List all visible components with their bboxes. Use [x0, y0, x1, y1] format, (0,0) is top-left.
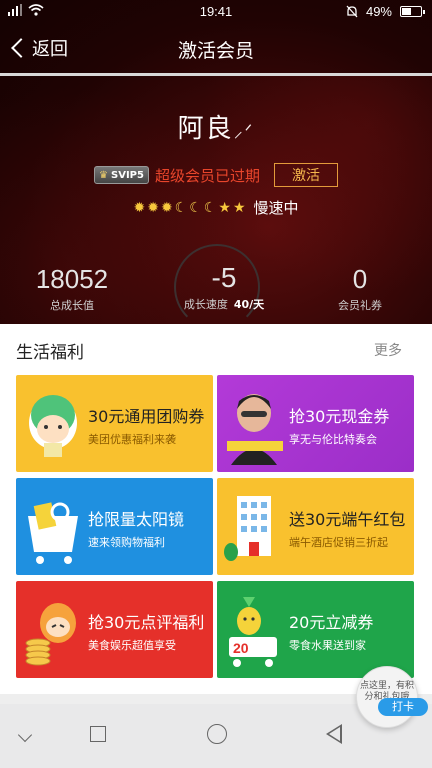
back-triangle-icon[interactable]	[326, 724, 342, 744]
growth-value: 18052	[35, 264, 109, 294]
star-icon: ★	[232, 199, 246, 216]
speed-value: -5	[211, 262, 237, 293]
page-load-progress	[0, 73, 432, 76]
card-title: 抢30元现金券	[289, 407, 390, 426]
benefit-card-dianping[interactable]: 抢30元点评福利 美食娱乐超值享受	[16, 581, 213, 678]
benefit-card-cash-coupon[interactable]: 抢30元现金券 享无与伦比特奏会	[217, 375, 414, 472]
nav-bar: 返回 激活会员	[0, 26, 432, 70]
card-title: 30元通用团购券	[88, 407, 205, 426]
card-subtitle: 美团优惠福利来袭	[88, 433, 176, 446]
card-title: 抢30元点评福利	[88, 613, 205, 632]
moon-icon: ☾	[203, 199, 217, 216]
battery-percent: 49%	[365, 4, 392, 19]
name-decoration-icon: ⸝ᐟ	[233, 121, 255, 142]
coupon-value: 0	[352, 264, 368, 294]
card-title: 送30元端午红包	[289, 510, 406, 529]
benefit-card-groupon[interactable]: 30元通用团购券 美团优惠福利来袭	[16, 375, 213, 472]
speed-status: 慢速中	[253, 199, 299, 217]
svip-badge: ♛ SVIP5	[94, 166, 149, 184]
card-subtitle: 享无与伦比特奏会	[289, 433, 377, 446]
fruit-cart-illustration: 20	[229, 597, 277, 667]
speed-rate: 40/天	[233, 298, 265, 311]
sun-icon: ✹	[147, 199, 159, 216]
life-benefits-section: 生活福利 更多 30元通用团购券 美团优惠福利来袭 抢30元现金券 享无与伦比特…	[0, 324, 432, 694]
card-subtitle: 速来领购物福利	[88, 536, 165, 549]
more-link[interactable]: 更多	[374, 340, 402, 360]
recent-apps-icon[interactable]	[90, 726, 106, 742]
checkin-floating-button[interactable]: 点这里，有积分和礼包哦	[356, 666, 418, 728]
sun-icon: ✹	[133, 199, 146, 216]
sun-icon: ✹	[160, 199, 173, 216]
page-title: 激活会员	[177, 40, 254, 62]
battery-icon	[400, 6, 425, 17]
card-subtitle: 美食娱乐超值享受	[88, 639, 176, 652]
benefit-card-snacks[interactable]: 20 20元立减券 零食水果送到家	[217, 581, 414, 678]
benefit-card-dragon-boat[interactable]: 送30元端午红包 端午酒店促销三折起	[217, 478, 414, 575]
growth-speed-stat[interactable]: -5 成长速度 40/天	[176, 262, 272, 312]
moon-icon: ☾	[189, 199, 202, 216]
hotel-illustration	[224, 496, 271, 561]
checkin-tag[interactable]: 打卡	[378, 698, 428, 716]
moon-icon: ☾	[174, 199, 188, 216]
growth-value-stat[interactable]: 18052 总成长值	[18, 264, 126, 313]
card-title: 抢限量太阳镜	[88, 510, 185, 529]
member-header: 19:41 49% 返回 激活会员 阿良⸝ᐟ ♛ SVIP5 超级会员已过期 激活…	[0, 0, 432, 330]
status-right: 49%	[346, 4, 425, 19]
star-icon: ★	[218, 199, 231, 216]
coupon-stat[interactable]: 0 会员礼券	[306, 264, 414, 313]
section-title: 生活福利	[16, 343, 84, 363]
level-indicator: ✹ ✹ ✹ ☾ ☾ ☾ ★ ★ 慢速中	[0, 197, 432, 218]
card-subtitle: 零食水果送到家	[289, 639, 366, 652]
singer-photo	[227, 394, 283, 465]
coins-mascot-illustration	[25, 603, 76, 666]
mascot-illustration	[29, 395, 77, 457]
benefit-card-sunglasses[interactable]: 抢限量太阳镜 速来领购物福利	[16, 478, 213, 575]
speed-label-row: 成长速度 40/天	[183, 298, 265, 311]
shopping-cart-illustration	[28, 502, 78, 564]
member-stats: 18052 总成长值 -5 成长速度 40/天 0 会员礼券	[0, 244, 432, 330]
username: 阿良⸝ᐟ	[177, 114, 255, 144]
activate-button[interactable]: 激活	[273, 163, 338, 187]
card-title: 20元立减券	[289, 613, 374, 632]
coupon-label: 会员礼券	[338, 299, 382, 312]
status-bar: 19:41 49%	[0, 0, 432, 24]
growth-label: 总成长值	[50, 299, 94, 312]
mute-bell-icon	[346, 5, 358, 18]
collapse-icon[interactable]	[17, 727, 33, 743]
crown-icon: ♛	[99, 169, 108, 181]
svg-text:20: 20	[233, 640, 249, 656]
vip-expired-text: 超级会员已过期	[154, 166, 260, 185]
card-subtitle: 端午酒店促销三折起	[289, 536, 388, 549]
home-icon[interactable]	[207, 724, 227, 744]
screen: 19:41 49% 返回 激活会员 阿良⸝ᐟ ♛ SVIP5 超级会员已过期 激活…	[0, 0, 432, 768]
vip-status-row: ♛ SVIP5 超级会员已过期 激活	[0, 163, 432, 187]
